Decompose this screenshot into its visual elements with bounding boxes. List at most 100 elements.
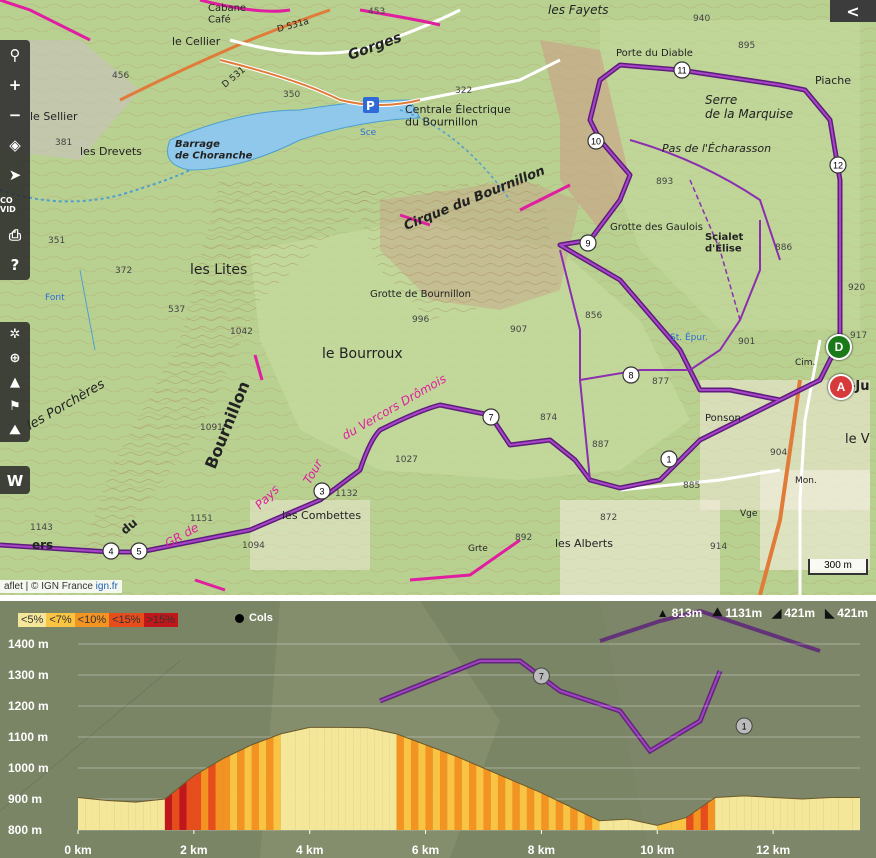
- map-scale: 300 m: [808, 559, 868, 575]
- legend-item: <7%: [46, 613, 75, 627]
- profile-waypoint-1[interactable]: 1: [735, 717, 753, 735]
- profile-segment: [396, 733, 404, 830]
- cols-dot-icon: [235, 613, 244, 623]
- profile-segment: [497, 774, 506, 830]
- profile-segment: [309, 727, 317, 830]
- profile-segment: [418, 742, 426, 830]
- profile-segment: [722, 796, 730, 830]
- profile-segment: [230, 751, 238, 830]
- stat-ascent: ◢ 421m: [772, 605, 815, 620]
- x-tick-label: 0 km: [64, 843, 91, 857]
- marker-arrival[interactable]: A: [828, 374, 854, 400]
- settings-icon[interactable]: ✲: [0, 322, 30, 346]
- waypoint-7[interactable]: 7: [482, 408, 500, 426]
- profile-segment: [150, 799, 158, 830]
- profile-segment: [266, 736, 274, 830]
- waypoint-1[interactable]: 1: [660, 450, 678, 468]
- help-icon[interactable]: ?: [0, 250, 30, 280]
- locate-icon[interactable]: ➤: [0, 160, 30, 190]
- profile-segment: [374, 729, 383, 830]
- profile-segment: [237, 748, 245, 830]
- legend-item: >15%: [143, 613, 179, 627]
- profile-segment: [519, 783, 527, 830]
- waypoint-label: 9: [585, 239, 590, 249]
- waypoint-label: 4: [108, 547, 113, 557]
- profile-segment: [845, 797, 853, 830]
- x-tick-label: 8 km: [528, 843, 555, 857]
- waypoint-9[interactable]: 9: [579, 234, 597, 252]
- stat-value: 421m: [784, 605, 816, 620]
- cols-label: Cols: [249, 612, 273, 624]
- map-view[interactable]: P Cabane Café le Cellier les Fayets le Se…: [0, 0, 876, 595]
- profile-segment: [534, 789, 542, 830]
- profile-segment: [780, 797, 788, 830]
- y-tick-label: 1300 m: [8, 668, 49, 682]
- zoom-out-button[interactable]: −: [0, 100, 30, 130]
- descent-icon: ◣: [825, 605, 835, 620]
- waypoint-label: 10: [591, 137, 601, 147]
- profile-segment: [244, 744, 252, 830]
- profile-segment: [802, 798, 810, 830]
- profile-segment: [179, 781, 187, 830]
- profile-segment: [345, 727, 354, 830]
- waypoint-label: 5: [136, 547, 141, 557]
- profile-segment: [440, 750, 448, 830]
- profile-segment: [831, 797, 839, 830]
- x-tick-label: 6 km: [412, 843, 439, 857]
- profile-segment: [201, 767, 209, 830]
- zoom-in-button[interactable]: +: [0, 70, 30, 100]
- waypoint-8[interactable]: 8: [622, 366, 640, 384]
- profile-segment: [432, 747, 441, 830]
- hiker-icon[interactable]: ⚑: [0, 394, 30, 418]
- map-toolbar-w: W: [0, 466, 30, 494]
- profile-segment: [751, 796, 759, 830]
- waypoint-5[interactable]: 5: [130, 542, 148, 560]
- collapse-panel-button[interactable]: <: [830, 0, 876, 22]
- waypoint-4[interactable]: 4: [102, 542, 120, 560]
- y-tick-label: 1400 m: [8, 637, 49, 651]
- waypoint-layer: 1 3 4 5 7 8 9 10 11 12: [102, 61, 847, 560]
- profile-segment: [425, 744, 433, 830]
- profile-segment: [411, 739, 419, 830]
- marker-departure[interactable]: D: [826, 334, 852, 360]
- profile-waypoint-7[interactable]: 7: [532, 667, 550, 685]
- covid-label[interactable]: CO VID: [0, 190, 30, 220]
- globe-icon[interactable]: ⊕: [0, 346, 30, 370]
- elevation-profile[interactable]: 800 m 900 m 1000 m 1100 m 1200 m 1300 m 1400 m…: [0, 601, 876, 858]
- attribution-link[interactable]: ign.fr: [96, 581, 118, 592]
- profile-segment: [302, 727, 310, 830]
- y-tick-label: 1200 m: [8, 699, 49, 713]
- toolbar-w-button[interactable]: W: [0, 466, 30, 496]
- profile-segment: [744, 795, 752, 830]
- profile-segment: [512, 780, 520, 830]
- peak-icon[interactable]: ⛰: [0, 418, 30, 442]
- profile-segment: [295, 729, 303, 830]
- search-icon[interactable]: ⚲: [0, 40, 30, 70]
- layers-icon[interactable]: ◈: [0, 130, 30, 160]
- profile-segment: [548, 796, 556, 830]
- waypoint-10[interactable]: 10: [587, 132, 605, 150]
- profile-segment: [715, 797, 723, 830]
- print-icon[interactable]: ⎙: [0, 220, 30, 250]
- profile-segment: [157, 799, 165, 830]
- profile-segment: [454, 755, 462, 830]
- y-tick-label: 1100 m: [8, 730, 48, 744]
- profile-segment: [794, 798, 803, 830]
- profile-segment: [273, 733, 281, 830]
- profile-segment: [823, 797, 832, 830]
- profile-segment: [172, 787, 180, 830]
- waypoint-11[interactable]: 11: [673, 61, 691, 79]
- mountain-icon[interactable]: ▲: [0, 370, 30, 394]
- waypoint-12[interactable]: 12: [829, 156, 847, 174]
- profile-segment: [208, 762, 216, 830]
- min-altitude-icon: ▲: [656, 605, 669, 620]
- waypoint-3[interactable]: 3: [313, 482, 331, 500]
- profile-segment: [143, 800, 151, 830]
- profile-segment: [389, 732, 397, 830]
- profile-segment: [613, 819, 622, 830]
- profile-segment: [606, 819, 614, 830]
- profile-segment: [599, 820, 607, 830]
- stat-value: 813m: [671, 605, 703, 620]
- waypoint-label: 11: [677, 66, 686, 76]
- profile-segment: [121, 801, 129, 830]
